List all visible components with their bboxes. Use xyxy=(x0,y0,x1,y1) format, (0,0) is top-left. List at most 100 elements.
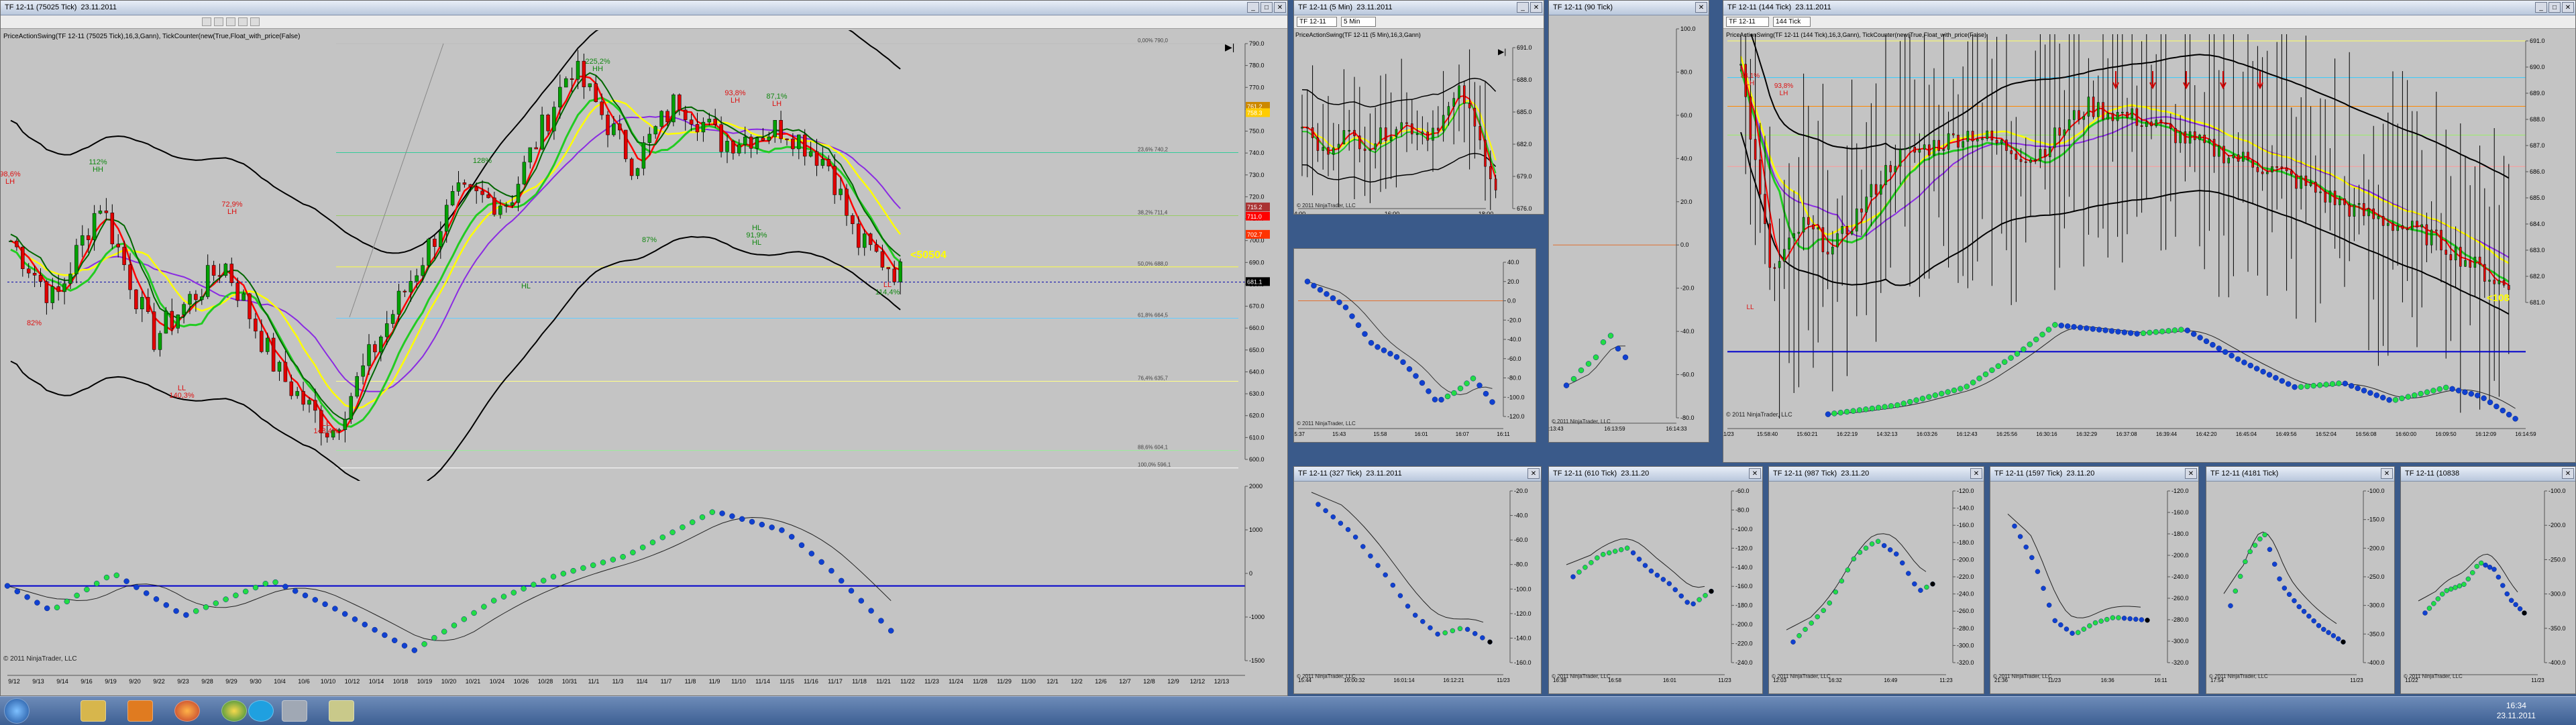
notepad-icon[interactable] xyxy=(329,700,354,722)
time-axis-label: 11/23 xyxy=(1718,677,1731,683)
firefox-icon[interactable] xyxy=(174,700,200,722)
candle xyxy=(486,194,490,199)
osc-dot xyxy=(1317,286,1324,293)
tick-chart-window[interactable]: TF 12-11 (987 Tick) 23.11.20 ✕ -120.0 -140.… xyxy=(1768,466,1984,694)
candle xyxy=(1494,178,1497,190)
ninjatrader-icon[interactable] xyxy=(282,700,307,722)
start-icon[interactable] xyxy=(4,698,30,724)
osc-dot xyxy=(272,579,278,585)
close-button[interactable]: ✕ xyxy=(1274,2,1286,13)
osc-dot xyxy=(282,583,288,590)
price-axis-label: 691.0 xyxy=(1517,44,1532,51)
main-chart-window[interactable]: TF 12-11 (75025 Tick) 23.11.2011 _ □ ✕ Pri… xyxy=(0,0,1288,696)
copyright-text: © 2011 NinjaTrader, LLC xyxy=(2404,673,2463,679)
small-oscillator-window[interactable]: 40.0 20.0 0.0 -20.0 -40.0 -60.0 -80.0 -100.0 -12… xyxy=(1293,248,1536,443)
candle xyxy=(409,281,413,292)
instrument-select[interactable]: TF 12-11 xyxy=(1297,17,1337,27)
close-button[interactable]: ✕ xyxy=(2562,468,2574,479)
minimize-button[interactable]: _ xyxy=(1247,2,1259,13)
osc-dot xyxy=(1576,569,1582,575)
osc-axis-label: -20.0 xyxy=(1514,488,1528,494)
close-button[interactable]: ✕ xyxy=(1527,468,1540,479)
ninety-tick-titlebar[interactable]: TF 12-11 (90 Tick) ✕ xyxy=(1549,1,1709,15)
candle xyxy=(540,114,544,150)
chrome-icon[interactable] xyxy=(221,700,247,722)
date-axis-label: 9/23 xyxy=(177,678,189,685)
osc-dot xyxy=(2014,351,2021,357)
close-button[interactable]: ✕ xyxy=(1530,2,1542,13)
osc-dot xyxy=(1330,295,1336,301)
interval-select[interactable]: 144 Tick xyxy=(1773,17,1811,27)
small-window-titlebar[interactable]: TF 12-11 (4181 Tick) ✕ xyxy=(2206,467,2394,482)
time-axis-label: 14:00 xyxy=(1294,211,1305,215)
close-button[interactable]: ✕ xyxy=(2185,468,2197,479)
tick-144-window[interactable]: TF 12-11 (144 Tick) 23.11.2011 _ □ ✕ TF 12… xyxy=(1723,0,2576,463)
small-window-titlebar[interactable]: TF 12-11 (987 Tick) 23.11.20 ✕ xyxy=(1769,467,1984,482)
five-min-title: TF 12-11 (5 Min) 23.11.2011 xyxy=(1298,3,1393,11)
tick-chart-window[interactable]: TF 12-11 (4181 Tick) ✕ -100.0 -150.0 -200.0… xyxy=(2206,466,2395,694)
osc-dot xyxy=(2304,383,2310,390)
close-button[interactable]: ✕ xyxy=(2562,2,2574,13)
candle xyxy=(2237,154,2240,162)
candle xyxy=(719,124,723,152)
chart-style-button[interactable] xyxy=(202,17,211,26)
candle xyxy=(1379,127,1382,144)
candle xyxy=(2256,167,2259,172)
osc-dot xyxy=(1881,543,1887,549)
small-window-titlebar[interactable]: TF 12-11 (10838 ✕ xyxy=(2401,467,2575,482)
zoom-in-button[interactable] xyxy=(238,17,248,26)
tick-chart-window[interactable]: TF 12-11 (610 Tick) 23.11.20 ✕ -60.0 -80.0-… xyxy=(1548,466,1763,694)
candle xyxy=(349,396,354,420)
tick-chart-window[interactable]: TF 12-11 (327 Tick) 23.11.2011 ✕ -20.0 -40.… xyxy=(1293,466,1542,694)
maximize-button[interactable]: □ xyxy=(1260,2,1273,13)
osc-dot xyxy=(1606,550,1612,556)
candle xyxy=(2266,172,2269,174)
close-button[interactable]: ✕ xyxy=(1970,468,1982,479)
osc-dot xyxy=(2104,616,2110,622)
osc-dot xyxy=(252,584,259,591)
indicators-button[interactable] xyxy=(226,17,235,26)
osc-dot xyxy=(1796,633,1802,638)
small-window-titlebar[interactable]: TF 12-11 (1597 Tick) 23.11.20 ✕ xyxy=(1990,467,2198,482)
main-titlebar[interactable]: TF 12-11 (75025 Tick) 23.11.2011 _ □ ✕ xyxy=(1,1,1287,15)
small-window-titlebar[interactable]: TF 12-11 (610 Tick) 23.11.20 ✕ xyxy=(1549,467,1762,482)
bar-type-button[interactable] xyxy=(214,17,223,26)
tick-144-titlebar[interactable]: TF 12-11 (144 Tick) 23.11.2011 _ □ ✕ xyxy=(1723,1,2575,15)
tick-chart-window[interactable]: TF 12-11 (10838 ✕ -100.0 -200.0 -250.0 -300.… xyxy=(2400,466,2576,694)
ninety-tick-window[interactable]: TF 12-11 (90 Tick) ✕ 100.0 80.0 60.0 40.0 20… xyxy=(1548,0,1709,443)
candle xyxy=(50,286,55,303)
oscillator-svg: -20.0 -40.0 -60.0 -80.0 -100.0 -120.0 -140.0 -1… xyxy=(1298,488,1532,683)
minimize-button[interactable]: _ xyxy=(2535,2,2547,13)
candle xyxy=(2106,113,2109,120)
maximize-button[interactable]: □ xyxy=(2548,2,2561,13)
interval-select[interactable]: 5 Min xyxy=(1341,17,1376,27)
small-window-titlebar[interactable]: TF 12-11 (327 Tick) 23.11.2011 ✕ xyxy=(1294,467,1541,482)
osc-axis-label: -240.0 xyxy=(2171,573,2189,580)
five-min-window[interactable]: TF 12-11 (5 Min) 23.11.2011 _ ✕ TF 12-11 … xyxy=(1293,0,1544,215)
osc-dot xyxy=(2102,327,2108,333)
skype-icon[interactable] xyxy=(248,700,274,722)
zoom-out-button[interactable] xyxy=(250,17,260,26)
close-button[interactable]: ✕ xyxy=(2381,468,2393,479)
candle xyxy=(1768,223,1771,268)
price-axis-label: 670.0 xyxy=(1249,303,1265,310)
candle xyxy=(2493,280,2496,284)
main-price-panel[interactable]: 0,00% 790,0 23,6% 740,2 38,2% 711,4 50,0% 6… xyxy=(1,30,1287,481)
explorer-icon[interactable] xyxy=(80,700,106,722)
main-oscillator-panel[interactable]: 2000 1000 0 -1000 -1500 9/12 9/13 9/14 9/16 9/19 9… xyxy=(1,481,1287,695)
date-axis-label: 10/18 xyxy=(393,678,409,685)
close-button[interactable]: ✕ xyxy=(1695,2,1707,13)
five-min-titlebar[interactable]: TF 12-11 (5 Min) 23.11.2011 _ ✕ xyxy=(1294,1,1544,15)
close-button[interactable]: ✕ xyxy=(1749,468,1761,479)
media-player-icon[interactable] xyxy=(127,700,153,722)
system-clock[interactable]: 16:34 23.11.2011 xyxy=(2497,701,2536,721)
oscillator-svg: -60.0 -80.0 -100.0 -120.0 -140.0 -160.0 -180.0… xyxy=(1553,488,1753,683)
date-axis-label: 10/20 xyxy=(441,678,457,685)
tick-chart-window[interactable]: TF 12-11 (1597 Tick) 23.11.20 ✕ -120.0 -160… xyxy=(1990,466,2199,694)
osc-dot xyxy=(1790,639,1796,645)
tick-144-title: TF 12-11 (144 Tick) 23.11.2011 xyxy=(1727,3,1831,11)
minimize-button[interactable]: _ xyxy=(1517,2,1529,13)
osc-axis-label: -400.0 xyxy=(2548,659,2566,666)
osc-axis-label: -200.0 xyxy=(2548,522,2566,528)
instrument-select[interactable]: TF 12-11 xyxy=(1726,17,1769,27)
